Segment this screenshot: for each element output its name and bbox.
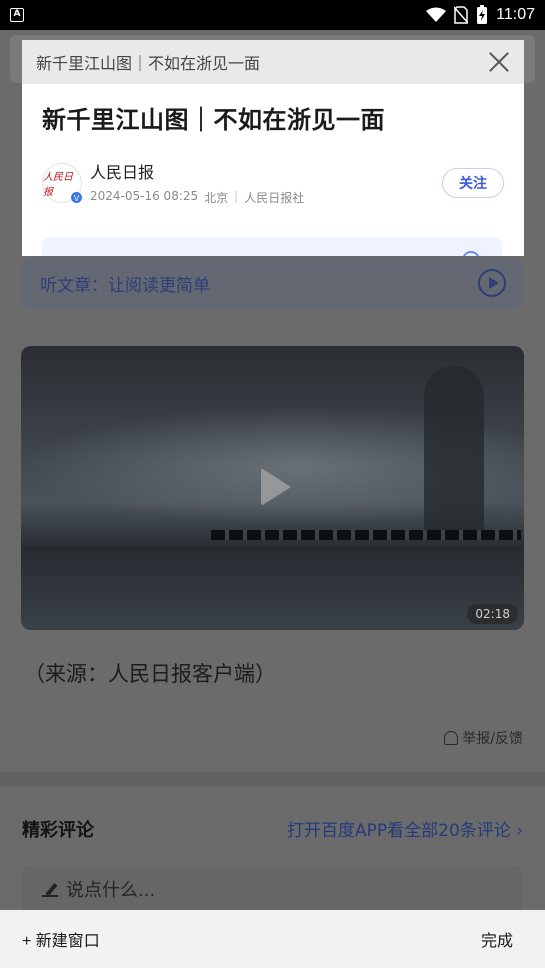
bottom-bar: + 新建窗口 完成 xyxy=(0,910,545,968)
author-row: 人民日报 V 人民日报 2024-05-16 08:25 北京 | 人民日报社 … xyxy=(42,159,504,206)
divider xyxy=(0,772,545,786)
video-reflection xyxy=(21,546,524,630)
wifi-icon xyxy=(426,7,447,22)
author-meta: 2024-05-16 08:25 北京 | 人民日报社 xyxy=(90,189,304,206)
tab-card-header: 新千里江山图｜不如在浙见一面 xyxy=(22,40,524,84)
report-label: 举报/反馈 xyxy=(462,731,523,747)
video-player[interactable]: 02:18 xyxy=(21,346,524,630)
no-sim-icon xyxy=(454,6,469,24)
tab-card[interactable]: 新千里江山图｜不如在浙见一面 新千里江山图｜不如在浙见一面 人民日报 V 人民日… xyxy=(22,40,524,256)
report-button[interactable]: 举报/反馈 xyxy=(444,728,523,748)
new-window-button[interactable]: + 新建窗口 xyxy=(22,927,100,951)
publish-date: 2024-05-16 08:25 xyxy=(90,189,199,203)
app-notification-icon: A xyxy=(10,8,24,22)
publish-location: 北京 xyxy=(204,191,229,205)
author-info: 人民日报 2024-05-16 08:25 北京 | 人民日报社 xyxy=(90,159,304,206)
author-name[interactable]: 人民日报 xyxy=(90,159,304,183)
play-icon[interactable] xyxy=(261,468,291,506)
follow-button[interactable]: 关注 xyxy=(442,167,504,198)
status-left: A xyxy=(10,8,24,22)
alarm-icon xyxy=(444,731,459,745)
publisher: 人民日报社 xyxy=(244,191,305,205)
status-bar: A 11:07 xyxy=(0,0,545,30)
listen-bar-peek xyxy=(42,237,502,256)
comments-title: 精彩评论 xyxy=(22,820,94,841)
status-time: 11:07 xyxy=(496,6,535,23)
battery-charging-icon xyxy=(477,5,488,24)
video-hill xyxy=(424,366,484,536)
status-right: 11:07 xyxy=(426,5,535,25)
listen-article-bar[interactable]: 听文章：让阅读更简单 xyxy=(22,257,524,309)
play-circle-icon[interactable] xyxy=(478,269,506,297)
done-button[interactable]: 完成 xyxy=(481,927,523,951)
video-duration: 02:18 xyxy=(467,604,518,624)
play-circle-icon xyxy=(462,251,480,256)
tab-card-body: 新千里江山图｜不如在浙见一面 人民日报 V 人民日报 2024-05-16 08… xyxy=(22,100,524,206)
avatar[interactable]: 人民日报 V xyxy=(42,162,83,204)
comment-placeholder: 说点什么... xyxy=(66,880,156,901)
comment-input[interactable]: 说点什么... xyxy=(22,866,522,910)
tab-title: 新千里江山图｜不如在浙见一面 xyxy=(36,54,261,73)
video-bridge xyxy=(211,530,521,540)
article-title: 新千里江山图｜不如在浙见一面 xyxy=(42,106,385,134)
source-text: （来源：人民日报客户端） xyxy=(24,662,276,686)
close-icon[interactable] xyxy=(488,51,510,73)
listen-label: 听文章：让阅读更简单 xyxy=(40,275,210,296)
meta-separator: | xyxy=(234,189,239,203)
open-app-link[interactable]: 打开百度APP看全部20条评论 › xyxy=(287,816,523,841)
verified-icon: V xyxy=(70,190,83,204)
pen-icon xyxy=(42,881,58,897)
